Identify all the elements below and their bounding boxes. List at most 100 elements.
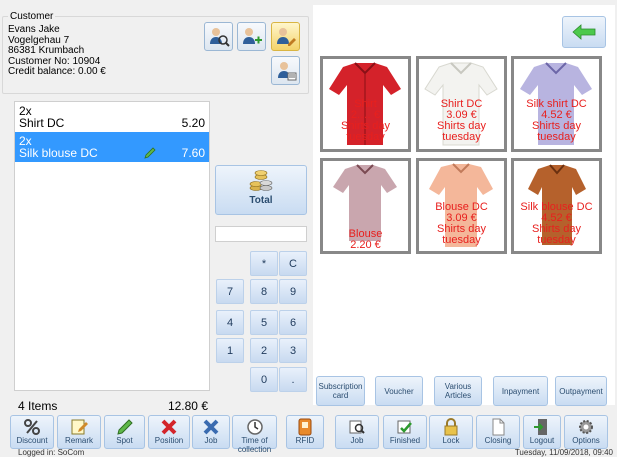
subscription-card-button[interactable]: Subscription card	[316, 376, 365, 406]
button-label-line1: Subscription	[318, 382, 363, 391]
button-label-line1: Various	[444, 382, 472, 391]
search-customer-button[interactable]	[204, 22, 233, 51]
toolbar-label: Lock	[442, 436, 460, 445]
key-4[interactable]: 4	[216, 310, 244, 335]
options-button[interactable]: Options	[564, 415, 608, 449]
customer-search-icon	[209, 27, 230, 47]
article-tile-blouse[interactable]: Blouse 2.20 €	[320, 158, 411, 254]
article-price: 2.20 €	[350, 239, 381, 251]
article-tile-shirt[interactable]: Shirt 2.… € Shirts day tuesday	[320, 56, 411, 152]
article-tile-silk-blouse-dc[interactable]: Silk blouse DC 4.52 € Shirts day tuesday	[511, 158, 602, 254]
key-multiply[interactable]: *	[250, 251, 278, 276]
button-label: Outpayment	[559, 386, 603, 396]
key-9[interactable]: 9	[279, 279, 307, 304]
toolbar-label: Time of collection	[237, 436, 272, 454]
amount-display	[215, 226, 307, 242]
customer-credit: Credit balance: 0.00 €	[8, 66, 106, 77]
item-count: 4 Items	[18, 399, 58, 413]
customer-add-icon	[242, 27, 262, 44]
key-clear[interactable]: C	[279, 251, 307, 276]
add-customer-button[interactable]	[237, 22, 266, 51]
time-of-collection-button[interactable]: Time of collection	[232, 415, 277, 454]
coins-icon	[249, 170, 273, 191]
customer-details-icon	[277, 61, 296, 80]
closing-button[interactable]: Closing	[476, 415, 520, 449]
lock-icon	[444, 418, 458, 436]
job-search-icon	[349, 420, 365, 434]
toolbar-label: Job	[204, 436, 218, 445]
lock-button[interactable]: Lock	[429, 415, 473, 449]
toolbar-label: Spot	[116, 436, 133, 445]
order-list[interactable]: 2x Shirt DC 5.20 2x Silk blouse DC 7.60	[14, 101, 210, 391]
toolbar-label: Finished	[389, 436, 421, 445]
order-item[interactable]: 2x Shirt DC 5.20	[15, 102, 209, 132]
key-0[interactable]: 0	[250, 367, 278, 392]
back-button[interactable]	[562, 16, 606, 48]
rfid-icon	[298, 418, 312, 436]
outpayment-button[interactable]: Outpayment	[555, 376, 607, 406]
customer-city: 86381 Krumbach	[8, 45, 85, 56]
customer-details-button[interactable]	[271, 56, 300, 85]
button-label-line2: card	[332, 391, 349, 400]
job-cancel-button[interactable]: Job	[192, 415, 230, 449]
customer-name: Evans Jake	[8, 24, 60, 35]
button-label: Inpayment	[501, 386, 540, 396]
gear-icon	[579, 420, 593, 434]
total-button[interactable]: Total	[215, 165, 307, 215]
key-7[interactable]: 7	[216, 279, 244, 304]
article-tile-shirt-dc[interactable]: Shirt DC 3.09 € Shirts day tuesday	[416, 56, 507, 152]
toolbar-label: RFID	[295, 436, 315, 445]
toolbar-label: Closing	[484, 436, 512, 445]
toolbar-label: Discount	[16, 436, 48, 445]
blue-cross-icon	[203, 419, 219, 435]
order-item-selected[interactable]: 2x Silk blouse DC 7.60	[15, 132, 209, 162]
key-6[interactable]: 6	[279, 310, 307, 335]
article-day: tuesday	[442, 234, 481, 246]
order-item-price: 5.20	[181, 116, 205, 130]
article-day: tuesday	[346, 131, 385, 143]
key-2[interactable]: 2	[250, 338, 278, 363]
button-label: Voucher	[384, 386, 414, 396]
rfid-button[interactable]: RFID	[286, 415, 324, 449]
position-button[interactable]: Position	[148, 415, 190, 449]
customer-edit-icon	[276, 27, 296, 46]
order-item-name: Shirt DC	[19, 116, 65, 130]
button-label-line2: Articles	[444, 391, 472, 400]
percent-icon	[24, 419, 40, 435]
total-button-label: Total	[249, 195, 273, 206]
document-icon	[492, 418, 505, 436]
edit-customer-button[interactable]	[271, 22, 300, 51]
article-day: tuesday	[537, 234, 576, 246]
clock-icon	[246, 419, 263, 435]
spot-button[interactable]: Spot	[104, 415, 145, 449]
article-tile-silk-shirt-dc[interactable]: Silk shirt DC 4.52 € Shirts day tuesday	[511, 56, 602, 152]
red-cross-icon	[161, 419, 177, 435]
job-button[interactable]: Job	[335, 415, 379, 449]
order-item-name: Silk blouse DC	[19, 146, 98, 160]
various-articles-button[interactable]: Various Articles	[434, 376, 482, 406]
toolbar-label: Remark	[64, 436, 93, 445]
order-summary: 4 Items 12.80 €	[18, 399, 210, 413]
voucher-button[interactable]: Voucher	[375, 376, 423, 406]
discount-button[interactable]: Discount	[10, 415, 54, 449]
order-item-price: 7.60	[181, 146, 205, 160]
note-pencil-icon	[71, 419, 88, 435]
toolbar-label: Options	[572, 436, 600, 445]
key-decimal[interactable]: .	[279, 367, 307, 392]
logout-door-icon	[534, 419, 547, 435]
remark-button[interactable]: Remark	[57, 415, 101, 449]
toolbar-label: Job	[350, 436, 364, 445]
article-tile-blouse-dc[interactable]: Blouse DC 3.09 € Shirts day tuesday	[416, 158, 507, 254]
finished-check-icon	[397, 420, 412, 434]
key-3[interactable]: 3	[279, 338, 307, 363]
logout-button[interactable]: Logout	[523, 415, 561, 449]
finished-button[interactable]: Finished	[383, 415, 427, 449]
login-status: Logged in: SoCom	[18, 448, 85, 457]
key-5[interactable]: 5	[250, 310, 278, 335]
inpayment-button[interactable]: Inpayment	[493, 376, 548, 406]
arrow-left-icon	[572, 24, 596, 40]
pencil-icon[interactable]	[143, 146, 157, 160]
date-time: Tuesday, 11/09/2018, 09:40	[514, 448, 613, 457]
key-1[interactable]: 1	[216, 338, 244, 363]
key-8[interactable]: 8	[250, 279, 278, 304]
